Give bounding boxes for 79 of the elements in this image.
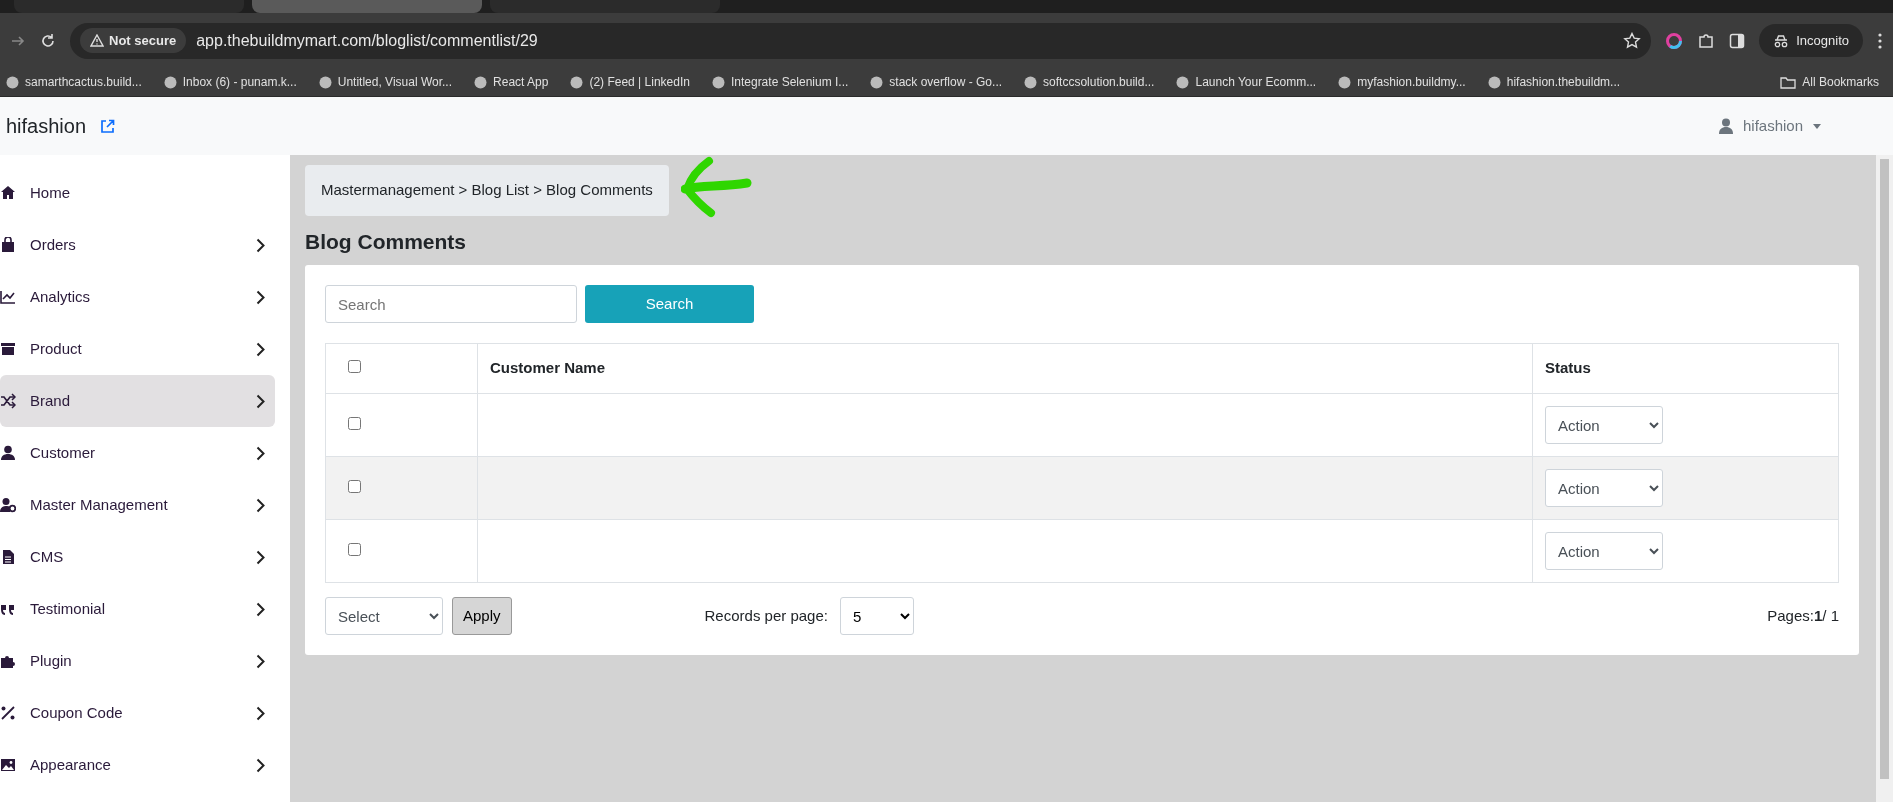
bag-icon xyxy=(0,237,16,253)
site-icon xyxy=(1487,75,1501,89)
sidebar-item[interactable]: Home xyxy=(0,167,275,219)
bookmark[interactable]: React App xyxy=(474,73,549,91)
apply-button[interactable]: Apply xyxy=(452,597,512,635)
site-icon xyxy=(6,75,19,89)
sidebar-item[interactable]: Customer xyxy=(0,427,275,479)
star-icon[interactable] xyxy=(1623,31,1642,50)
reload-icon[interactable] xyxy=(40,32,56,49)
address-bar[interactable]: Not secure app.thebuildmymart.com/bloglist/commentlist/29 xyxy=(70,22,1652,59)
breadcrumb-bar: Mastermanagement > Blog List > Blog Comments xyxy=(305,165,669,216)
bookmark[interactable]: Integrate Selenium I... xyxy=(711,73,849,91)
column-header: Status xyxy=(1532,343,1839,394)
status-dropdown[interactable]: Action xyxy=(1545,469,1663,507)
bookmark[interactable]: stack overflow - Go... xyxy=(870,73,1003,91)
incognito-button[interactable]: Incognito xyxy=(1759,23,1863,58)
puzzle-icon xyxy=(0,653,16,669)
sidebar-item[interactable]: Product xyxy=(0,323,275,375)
user-icon xyxy=(1718,118,1733,134)
site-icon xyxy=(474,75,488,89)
sidebar-item[interactable]: Testimonial xyxy=(0,583,275,635)
bookmark[interactable]: softccsolution.build... xyxy=(1024,73,1155,91)
color-ring-icon[interactable] xyxy=(1665,31,1684,50)
incognito-icon xyxy=(1773,33,1790,48)
puzzle-icon[interactable] xyxy=(1697,31,1716,50)
all-bookmarks-button[interactable]: All Bookmarks xyxy=(1780,73,1879,91)
percent-icon xyxy=(0,705,16,721)
bookmark[interactable]: Inbox (6) - punam.k... xyxy=(163,73,297,91)
search-field[interactable]: Search xyxy=(325,285,577,323)
url-text: app.thebuildmymart.com/bloglist/commentlist/29 xyxy=(196,30,539,51)
row-checkbox[interactable] xyxy=(348,479,361,493)
site-icon xyxy=(1338,75,1352,89)
site-icon xyxy=(318,75,332,89)
sidebar-item[interactable]: Master Management xyxy=(0,479,275,531)
bookmark[interactable]: Launch Your Ecomm... xyxy=(1176,73,1317,91)
sidebar-item[interactable]: CMS xyxy=(0,531,275,583)
bulk-action-dropdown[interactable]: Select xyxy=(325,597,443,635)
brand-name: hifashion xyxy=(6,114,87,139)
row-checkbox[interactable] xyxy=(348,416,361,430)
chart-icon xyxy=(0,289,16,305)
archive-box-icon xyxy=(0,341,16,357)
records-per-page-dropdown[interactable]: 5 xyxy=(839,597,914,635)
site-icon xyxy=(570,75,584,89)
site-icon xyxy=(1176,75,1190,89)
site-icon xyxy=(163,75,177,89)
select-all-checkbox[interactable] xyxy=(348,360,361,374)
status-dropdown[interactable]: Action xyxy=(1545,406,1663,444)
shuffle-icon xyxy=(0,393,16,409)
sidebar-item[interactable]: Orders xyxy=(0,219,275,271)
home-icon xyxy=(0,185,16,201)
sidebar-item[interactable]: Plugin xyxy=(0,635,275,687)
sidebar-item[interactable]: Analytics xyxy=(0,271,275,323)
user-menu[interactable]: hifashion xyxy=(1712,113,1827,139)
more-icon[interactable] xyxy=(1877,31,1883,50)
page-count: Pages:1/ 1 xyxy=(1767,605,1839,626)
folder-icon xyxy=(1780,75,1797,89)
person-gear-icon xyxy=(0,497,16,513)
caret-icon xyxy=(1813,123,1821,129)
row-checkbox[interactable] xyxy=(348,542,361,556)
records-label: Records per page: xyxy=(704,605,828,626)
bookmark[interactable]: myfashion.buildmy... xyxy=(1338,73,1466,91)
bookmark[interactable]: hifashion.thebuildm... xyxy=(1487,73,1621,91)
site-icon xyxy=(1024,75,1038,89)
sidebar-item[interactable]: Brand xyxy=(0,375,275,427)
side-panel-icon[interactable] xyxy=(1729,32,1746,49)
sidebar-item[interactable]: Coupon Code xyxy=(0,687,275,739)
site-icon xyxy=(870,75,884,89)
bookmark[interactable]: (2) Feed | LinkedIn xyxy=(570,73,690,91)
site-icon xyxy=(711,75,725,89)
warning-icon xyxy=(90,34,104,47)
sidebar-item[interactable]: Appearance xyxy=(0,739,275,791)
status-dropdown[interactable]: Action xyxy=(1545,532,1663,570)
scrollbar[interactable] xyxy=(1876,155,1893,802)
external-link-icon[interactable] xyxy=(100,118,116,134)
column-header: Customer Name xyxy=(477,343,1533,394)
page-title: Blog Comments xyxy=(305,228,467,255)
person-icon xyxy=(0,445,16,461)
bookmark[interactable]: samarthcactus.build... xyxy=(6,73,142,91)
bookmark[interactable]: Untitled, Visual Wor... xyxy=(318,73,453,91)
